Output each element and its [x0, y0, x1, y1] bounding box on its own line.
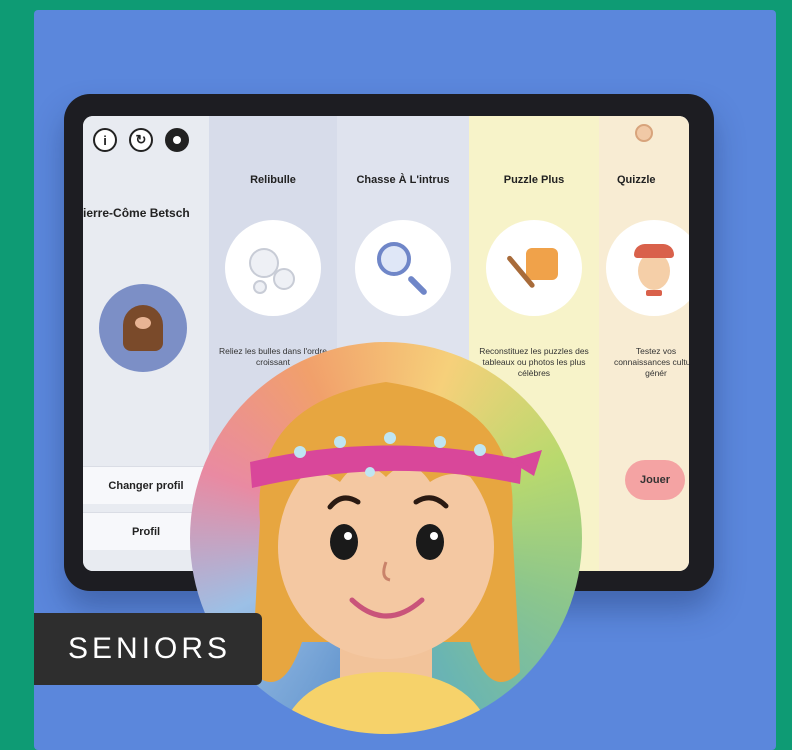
profile-sidebar: i ↻ Pierre-Côme Betsch Changer profil Pr… [83, 116, 209, 571]
user-name: Pierre-Côme Betsch [83, 206, 190, 220]
game-title: Puzzle Plus [503, 174, 565, 186]
magnifier-icon [373, 238, 433, 298]
game-title: Chasse À L'intrus [356, 174, 450, 186]
game-column-quizzle[interactable]: Quizzle Testez vos connaissances culture… [599, 116, 689, 571]
user-avatar-icon[interactable] [635, 124, 653, 142]
puzzle-brush-icon [504, 238, 564, 298]
top-icon-row: i ↻ [93, 128, 189, 152]
seniors-badge: SENIORS [34, 613, 262, 685]
bubbles-icon [243, 238, 303, 298]
badge-label: SENIORS [68, 632, 232, 665]
profile-avatar [99, 284, 187, 372]
change-profile-button[interactable]: Changer profil [83, 466, 209, 504]
info-icon[interactable]: i [93, 128, 117, 152]
mole-icon [123, 305, 163, 351]
record-icon[interactable] [165, 128, 189, 152]
quiz-character-icon [624, 238, 684, 298]
game-description: Testez vos connaissances culture génér [613, 346, 689, 378]
refresh-icon[interactable]: ↻ [129, 128, 153, 152]
play-button[interactable]: Jouer [625, 460, 685, 500]
game-title: Quizzle [617, 174, 656, 186]
game-icon-circle[interactable] [606, 220, 689, 316]
game-icon-circle[interactable] [486, 220, 582, 316]
game-icon-circle[interactable] [225, 220, 321, 316]
game-icon-circle[interactable] [355, 220, 451, 316]
game-title: Relibulle [250, 174, 296, 186]
